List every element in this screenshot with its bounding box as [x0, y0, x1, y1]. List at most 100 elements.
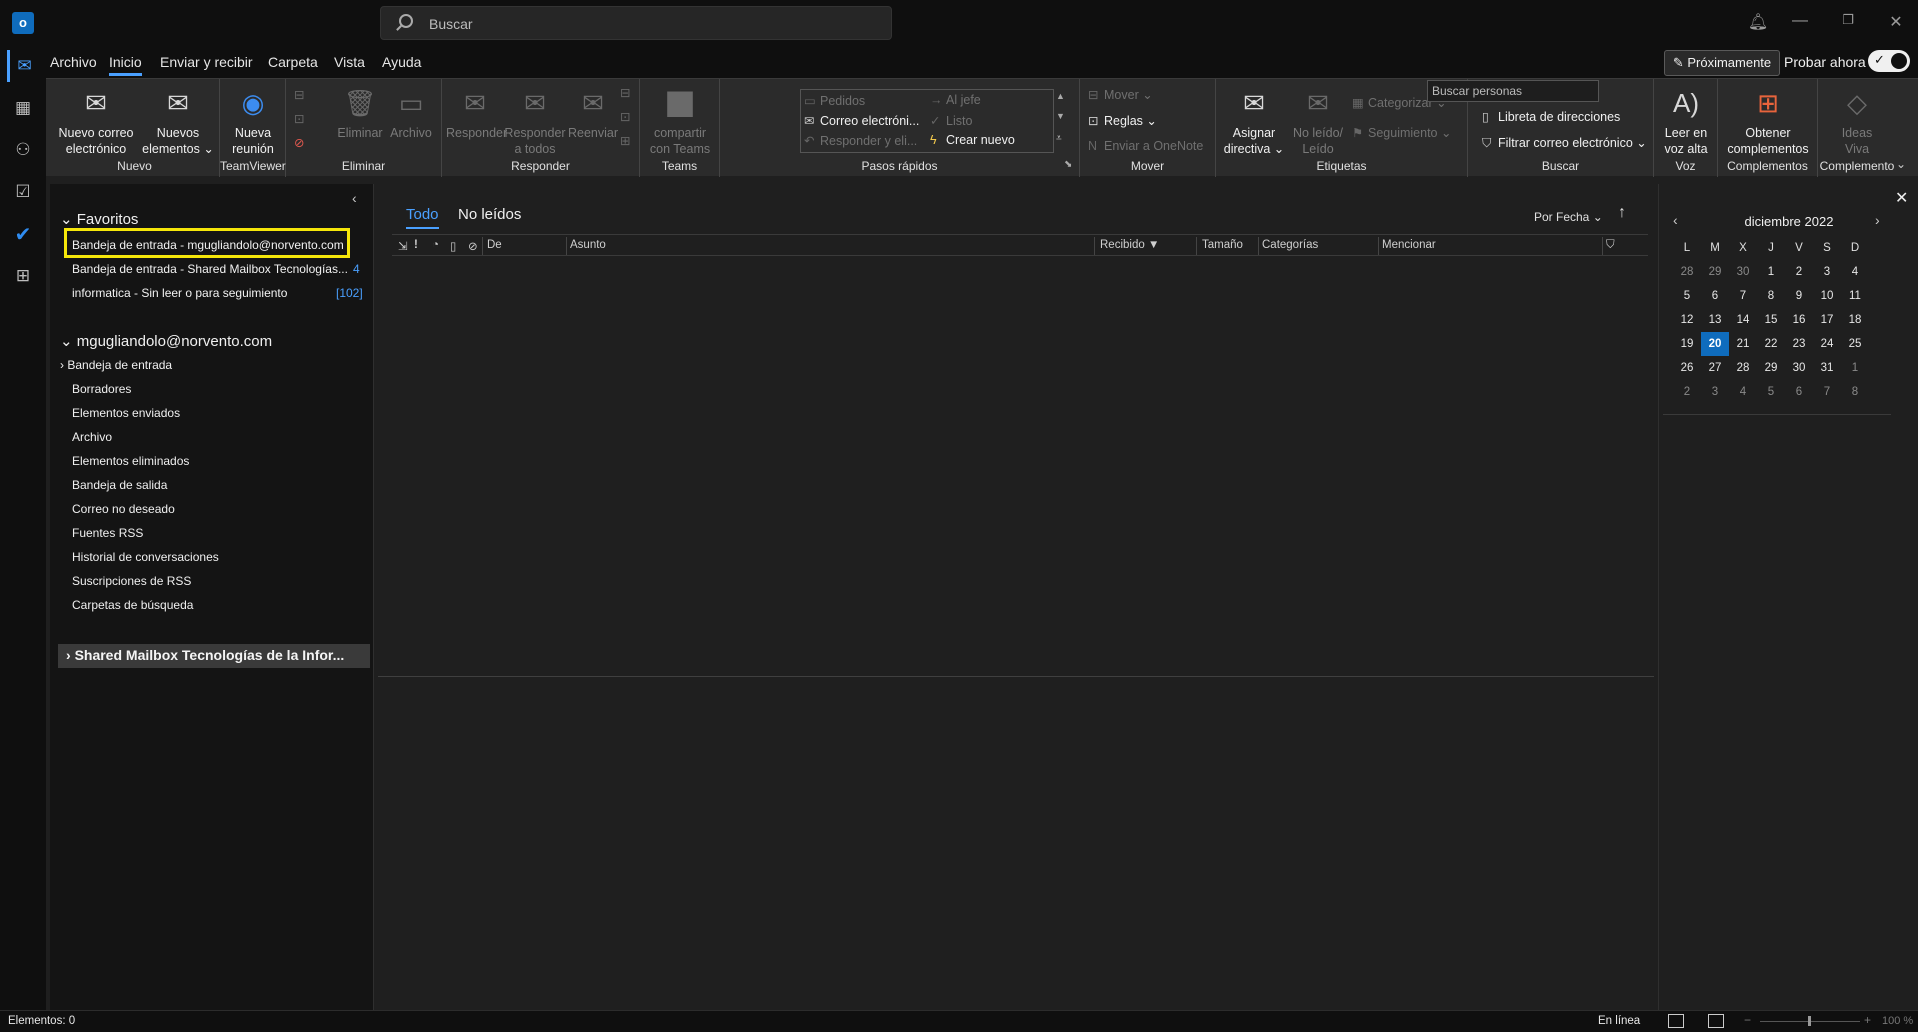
calendar-day[interactable]: 5 [1673, 284, 1701, 308]
calendar-day[interactable]: 21 [1729, 332, 1757, 356]
tab-carpeta[interactable]: Carpeta [268, 54, 318, 70]
calendar-day[interactable]: 7 [1813, 380, 1841, 404]
quick-step-manager[interactable]: → Al jefe [930, 93, 981, 107]
search-input[interactable] [429, 13, 869, 35]
calendar-day[interactable]: 28 [1673, 260, 1701, 284]
reading-view-icon[interactable] [1708, 1014, 1724, 1028]
calendar-day[interactable]: 3 [1813, 260, 1841, 284]
calendar-day[interactable]: 9 [1785, 284, 1813, 308]
calendar-day[interactable]: 27 [1701, 356, 1729, 380]
attachment-column-icon[interactable]: ⊘ [468, 239, 478, 255]
unread-read-button[interactable]: ✉ No leído/ Leído [1288, 85, 1348, 157]
reply-button[interactable]: ✉ Responder [446, 85, 507, 141]
calendar-day[interactable]: 25 [1841, 332, 1869, 356]
calendar-day[interactable]: 1 [1757, 260, 1785, 284]
quick-steps-scroll-up[interactable]: ▲ [1056, 91, 1065, 101]
tab-ayuda[interactable]: Ayuda [382, 54, 421, 70]
close-todo-icon[interactable]: ✕ [1895, 188, 1908, 208]
reminder-column-icon[interactable]: ◔ [432, 239, 439, 255]
column-divider[interactable] [1258, 237, 1259, 255]
followup-button[interactable]: ⚑ Seguimiento ⌄ [1352, 125, 1451, 140]
calendar-day[interactable]: 6 [1785, 380, 1813, 404]
folder-item[interactable]: Suscripciones de RSS [72, 574, 191, 588]
favorites-header[interactable]: ⌄ Favoritos [60, 210, 138, 228]
quick-step-orders[interactable]: ▭ Pedidos [804, 93, 865, 108]
forward-button[interactable]: ✉ Reenviar [566, 85, 620, 141]
calendar-day[interactable]: 6 [1701, 284, 1729, 308]
calendar-day[interactable]: 4 [1729, 380, 1757, 404]
restore-button[interactable]: ❐ [1836, 12, 1860, 28]
more-reply-icon[interactable]: ⊞ [620, 133, 636, 148]
folder-item[interactable]: Correo no deseado [72, 502, 175, 516]
next-month-icon[interactable]: › [1875, 212, 1880, 228]
try-now-toggle[interactable]: ✓ [1868, 50, 1910, 72]
calendar-day[interactable]: 16 [1785, 308, 1813, 332]
calendar-day[interactable]: 7 [1729, 284, 1757, 308]
filter-unread-tab[interactable]: No leídos [458, 206, 521, 223]
calendar-day[interactable]: 24 [1813, 332, 1841, 356]
close-window-button[interactable]: ✕ [1884, 12, 1908, 32]
column-divider[interactable] [482, 237, 483, 255]
column-categories[interactable]: Categorías [1262, 239, 1318, 255]
search-box[interactable] [380, 6, 892, 40]
sort-dropdown[interactable]: Por Fecha ⌄ [1534, 210, 1603, 224]
calendar-day[interactable]: 29 [1701, 260, 1729, 284]
im-reply-icon[interactable]: ⊡ [620, 109, 636, 124]
ignore-icon[interactable]: ⊟ [294, 87, 310, 102]
calendar-day[interactable]: 14 [1729, 308, 1757, 332]
shared-mailbox-header[interactable]: › Shared Mailbox Tecnologías de la Infor… [58, 644, 370, 668]
folder-item[interactable]: Elementos eliminados [72, 454, 189, 468]
apps-icon[interactable]: ⊞ [7, 260, 39, 292]
people-icon[interactable]: ⚇ [7, 134, 39, 166]
collapse-pane-icon[interactable]: ‹ [352, 190, 357, 206]
onenote-button[interactable]: N Enviar a OneNote [1088, 139, 1203, 153]
column-divider[interactable] [1094, 237, 1095, 255]
column-divider[interactable] [1378, 237, 1379, 255]
calendar-day[interactable]: 15 [1757, 308, 1785, 332]
move-button[interactable]: ⊟ Mover ⌄ [1088, 87, 1153, 102]
calendar-day[interactable]: 8 [1841, 380, 1869, 404]
calendar-day[interactable]: 31 [1813, 356, 1841, 380]
zoom-in-button[interactable]: + [1864, 1013, 1871, 1027]
folder-item[interactable]: Elementos enviados [72, 406, 180, 420]
folder-item[interactable]: Carpetas de búsqueda [72, 598, 193, 612]
calendar-day[interactable]: 13 [1701, 308, 1729, 332]
importance-column-icon[interactable]: ⇲ [398, 239, 408, 255]
quick-step-done[interactable]: ✓ Listo [930, 113, 972, 128]
delete-button[interactable]: 🗑︎ Eliminar [336, 85, 384, 141]
tab-enviar-recibir[interactable]: Enviar y recibir [160, 54, 253, 70]
viva-ideas-button[interactable]: ◇ Ideas Viva [1822, 85, 1892, 157]
archive-button[interactable]: ▭ Archivo [386, 85, 436, 141]
calendar-day[interactable]: 4 [1841, 260, 1869, 284]
folder-item[interactable]: Historial de conversaciones [72, 550, 219, 564]
folder-item[interactable]: Archivo [72, 430, 112, 444]
ribbon-collapse-icon[interactable]: ⌄ [1896, 157, 1906, 171]
column-subject[interactable]: Asunto [570, 239, 606, 255]
new-meeting-button[interactable]: ◉ Nueva reunión [224, 85, 282, 157]
zoom-slider-thumb[interactable] [1808, 1016, 1811, 1026]
column-divider[interactable] [1196, 237, 1197, 255]
read-aloud-button[interactable]: A) Leer en voz alta [1658, 85, 1714, 157]
calendar-day[interactable]: 19 [1673, 332, 1701, 356]
filter-all-tab[interactable]: Todo [406, 206, 439, 229]
reply-all-button[interactable]: ✉ Responder a todos [504, 85, 566, 157]
clean-up-icon[interactable]: ⊡ [294, 111, 310, 126]
icon-column-icon[interactable]: ▯ [450, 239, 456, 255]
column-divider[interactable] [566, 237, 567, 255]
search-people-input[interactable] [1427, 80, 1599, 102]
new-email-button[interactable]: ✉ Nuevo correo electrónico [56, 85, 136, 157]
calendar-day[interactable]: 20 [1701, 332, 1729, 356]
calendar-day[interactable]: 11 [1841, 284, 1869, 308]
calendar-day[interactable]: 26 [1673, 356, 1701, 380]
meeting-reply-icon[interactable]: ⊟ [620, 85, 636, 100]
folder-item[interactable]: Borradores [72, 382, 131, 396]
calendar-day[interactable]: 3 [1701, 380, 1729, 404]
rules-button[interactable]: ⊡ Reglas ⌄ [1088, 113, 1157, 128]
column-size[interactable]: Tamaño [1202, 239, 1243, 255]
favorite-item[interactable]: informatica - Sin leer o para seguimient… [72, 286, 363, 300]
tab-inicio[interactable]: Inicio [109, 54, 142, 76]
mail-icon[interactable]: ✉ [7, 50, 39, 82]
favorite-item[interactable]: Bandeja de entrada - mgugliandolo@norven… [72, 238, 344, 252]
tab-archivo[interactable]: Archivo [50, 54, 97, 70]
quick-step-reply-delete[interactable]: ↶ Responder y eli... [804, 133, 917, 148]
